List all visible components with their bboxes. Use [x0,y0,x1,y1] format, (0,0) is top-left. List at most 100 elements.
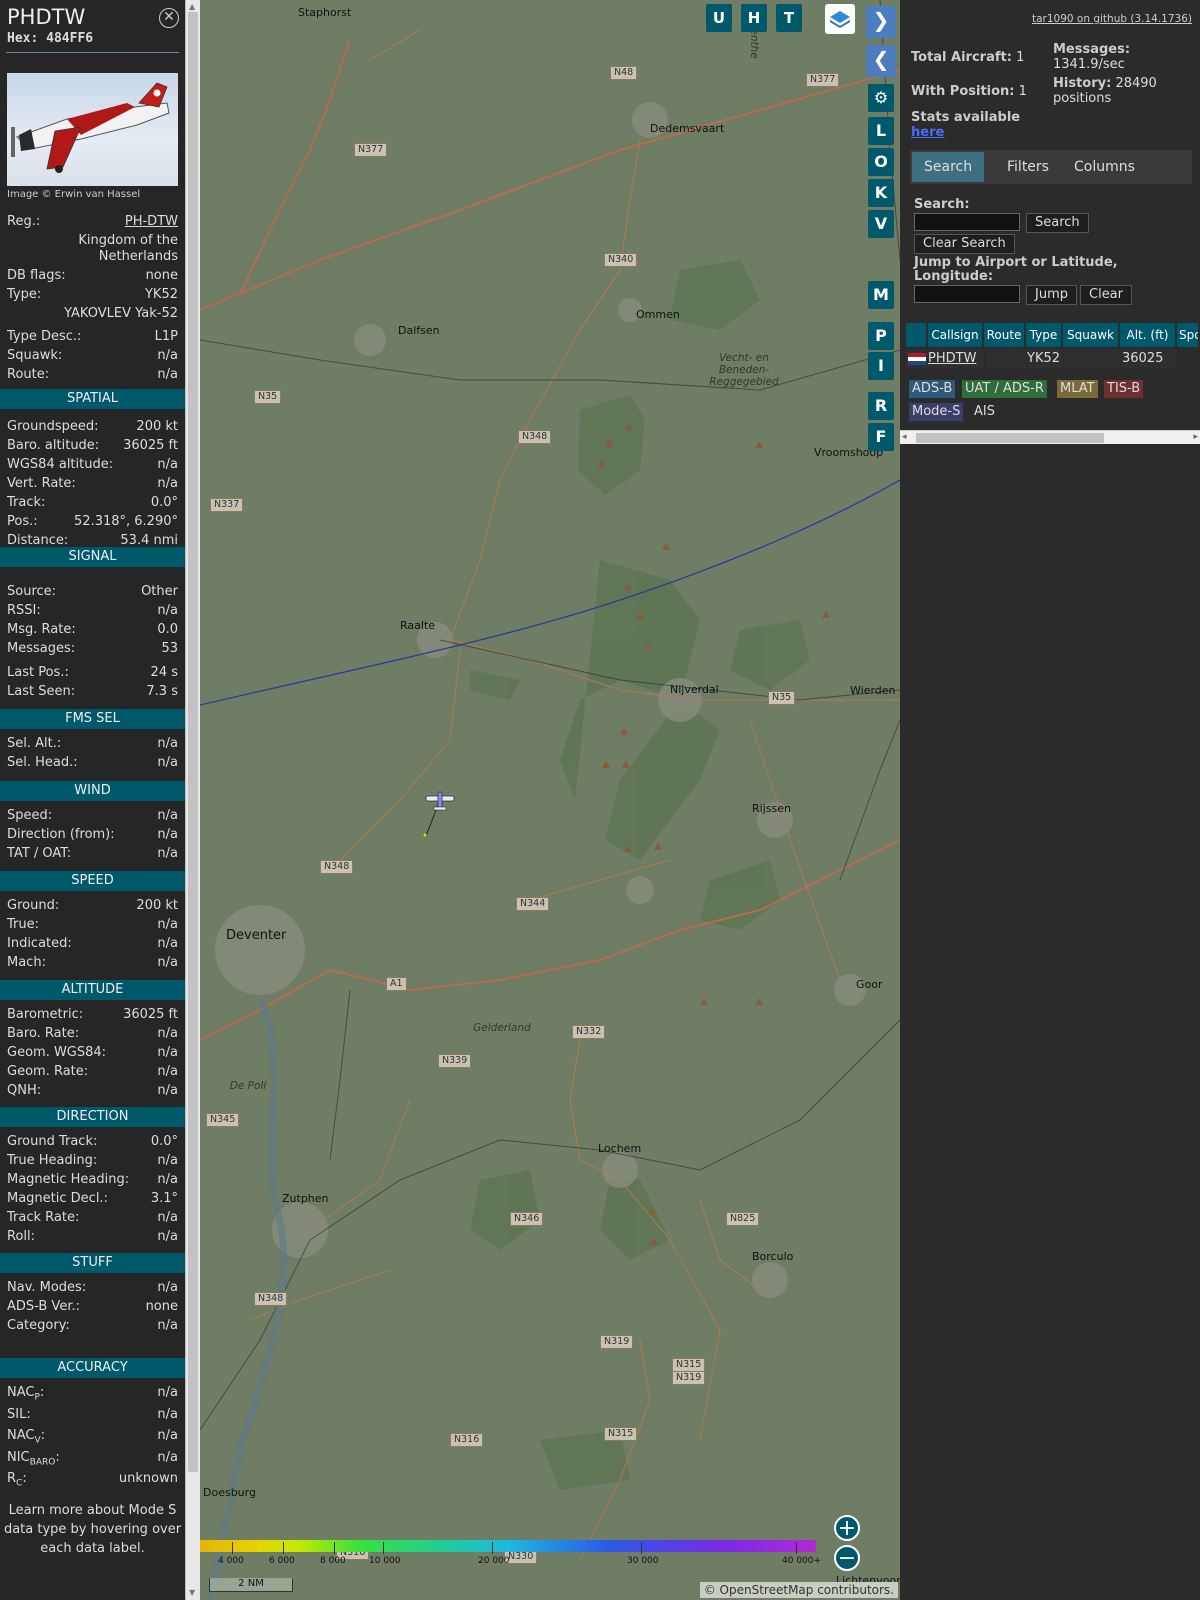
aircraft-photo[interactable] [7,73,178,186]
info-row: Indicated: n/a [7,936,178,954]
section-header-speed[interactable]: SPEED [0,871,185,891]
column-altitude[interactable]: Alt. (ft) [1120,323,1177,347]
scale-tick-label: 40 000+ [782,1556,822,1566]
settings-gear-icon[interactable]: ⚙ [868,84,894,112]
value: n/a [157,955,178,970]
legend-tisb: TIS-B [1104,380,1144,398]
column-flag[interactable] [906,323,928,347]
scale-tick [492,1542,493,1554]
tab-filters[interactable]: Filters [995,152,1061,182]
value: n/a [157,348,178,363]
section-header-direction[interactable]: DIRECTION [0,1107,185,1127]
value: n/a [157,1229,178,1244]
map-button-u[interactable]: U [706,4,732,32]
search-input[interactable] [914,213,1020,231]
value: n/a [157,603,178,618]
section-header-spatial[interactable]: SPATIAL [0,389,185,409]
jump-input[interactable] [914,285,1020,303]
info-row: Source: Other [7,584,178,602]
column-squawk[interactable]: Squawk [1063,323,1120,347]
map-button-p[interactable]: P [868,322,894,350]
row-route [986,349,1026,369]
road-label: N377 [354,143,388,157]
map-button-o[interactable]: O [868,148,894,176]
section-header-stuff[interactable]: STUFF [0,1253,185,1273]
label-text: Roll: [7,1229,36,1244]
panel-tabs: Search Filters Columns [910,150,1192,184]
value: n/a [157,1083,178,1098]
value: n/a [157,1153,178,1168]
scroll-right-icon[interactable]: ▸ [1193,432,1198,442]
map-button-k[interactable]: K [868,179,894,207]
map-button-m[interactable]: M [868,281,894,309]
info-row: RC: unknown [7,1471,178,1489]
aircraft-info-sidebar: PHDTW ✕ Hex: 484FF6 Image © Erwin van Ha… [0,0,185,1600]
info-row-squawk: Squawk: n/a [7,348,178,366]
map-button-f[interactable]: F [868,423,894,451]
section-header-signal[interactable]: SIGNAL [0,547,185,567]
value: n/a [157,827,178,842]
layers-icon[interactable] [825,4,855,34]
label: True Heading: [7,1153,97,1168]
column-route[interactable]: Route [984,323,1026,347]
value: Other [141,584,178,599]
value: 36025 ft [123,1007,178,1022]
close-icon[interactable]: ✕ [159,8,179,28]
label: Nav. Modes: [7,1280,86,1295]
map-view[interactable]: Staphorst Dedemsvaart Dalfsen Ommen Vroomsho… [200,0,900,1600]
label-text: Sel. Alt.: [7,736,62,751]
tab-columns[interactable]: Columns [1062,152,1147,182]
label: NACV: [7,1428,45,1446]
sidebar-scrollbar[interactable]: ▲ ▼ [185,0,200,1600]
map-button-i[interactable]: I [868,352,894,380]
info-row: Baro. altitude: 36025 ft [7,438,178,456]
info-row: Direction (from): n/a [7,827,178,845]
jump-button[interactable]: Jump [1026,285,1077,305]
table-horizontal-scrollbar[interactable]: ◂ ▸ [900,430,1200,444]
label: WGS84 altitude: [7,457,113,472]
map-button-v[interactable]: V [868,210,894,238]
scroll-up-icon[interactable]: ▲ [189,2,195,11]
clear-jump-button[interactable]: Clear [1080,285,1132,305]
label: Last Seen: [7,684,75,699]
info-row: QNH: n/a [7,1083,178,1101]
scrollbar-thumb[interactable] [188,12,198,1472]
map-button-h[interactable]: H [741,4,767,32]
value: 53.4 nmi [120,533,178,548]
column-type[interactable]: Type [1026,323,1063,347]
label: DB flags: [7,268,66,283]
section-header-altitude[interactable]: ALTITUDE [0,980,185,1000]
map-button-l[interactable]: L [868,117,894,145]
netherlands-flag-icon [906,349,928,369]
map-button-r[interactable]: R [868,392,894,420]
zoom-out-button[interactable]: − [834,1545,860,1571]
stats-link[interactable]: here [911,125,944,140]
map-attribution[interactable]: © OpenStreetMap contributors. [699,1582,898,1598]
scrollbar-thumb[interactable] [916,433,1104,443]
label-text: Speed: [7,808,53,823]
info-row: Nav. Modes: n/a [7,1280,178,1298]
expand-right-icon[interactable]: ❯ [866,6,896,38]
section-header-fms[interactable]: FMS SEL [0,709,185,729]
tab-search[interactable]: Search [912,152,985,182]
scale-tick [283,1542,284,1554]
section-header-wind[interactable]: WIND [0,781,185,801]
section-header-accuracy[interactable]: ACCURACY [0,1358,185,1378]
column-callsign[interactable]: Callsign [928,323,984,347]
scroll-left-icon[interactable]: ◂ [902,432,907,442]
value: n/a [157,755,178,770]
label: Ground: [7,898,59,913]
collapse-left-icon[interactable]: ❮ [866,45,896,77]
search-button[interactable]: Search [1026,213,1089,233]
info-row: NACV: n/a [7,1428,178,1446]
map-button-t[interactable]: T [776,4,802,32]
registration-link[interactable]: PH-DTW [125,214,178,229]
label: Groundspeed: [7,419,98,434]
road-label: A1 [386,977,407,991]
row-callsign[interactable]: PHDTW [928,349,984,369]
github-link[interactable]: tar1090 on github (3.14.1736) [1032,13,1192,25]
scroll-down-icon[interactable]: ▼ [189,1588,195,1597]
clear-search-button[interactable]: Clear Search [914,234,1015,254]
column-speed[interactable]: Spd. [1177,323,1200,347]
zoom-in-button[interactable]: + [834,1515,860,1541]
